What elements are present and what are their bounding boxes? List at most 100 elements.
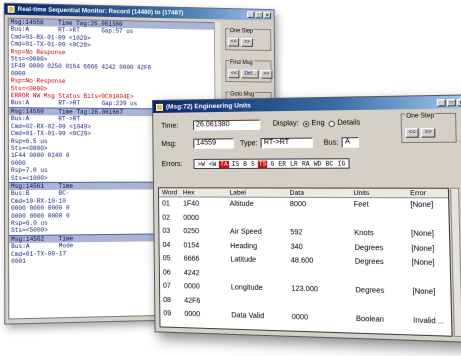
table-cell-label: Longitude [230,284,263,293]
msg-field[interactable]: 14559 [193,138,234,149]
table-cell-units: Knots [354,229,374,238]
table-cell-label: Heading [230,242,258,250]
type-field[interactable]: RT->RT [260,137,314,149]
table-cell-word: 05 [162,255,171,263]
table-cell-word: 02 [162,214,171,222]
error-flag: IG [337,159,346,168]
table-cell-data: 8000 [289,200,307,209]
table-cell-label: Air Speed [230,228,262,237]
eng-step-prev-button[interactable]: << [405,128,420,138]
time-row: Time: 26.061380 [161,119,261,131]
errors-row: Errors: >W <W TA IS B S TS G ER LR RA WD BC IG [161,158,350,170]
one-step-group: One Step << >> [225,28,272,52]
window-title: Real-time Sequential Monitor: Record (14… [17,5,184,17]
eng-one-step-group: One Step << >> [400,112,457,144]
table-header: Word Hex Label Data Units Error [158,188,449,199]
errors-label: Errors: [161,160,183,168]
one-step-label: One Step [228,28,255,35]
table-cell-units: Feet [353,201,369,209]
find-next-button[interactable]: >> [260,69,273,79]
details-radio[interactable] [328,120,336,127]
table-cell-data: 340 [290,243,303,251]
find-msg-group: Find Msg << Del... >> [225,59,273,83]
eng-radio-label: Eng [311,119,325,128]
error-flag: LR [290,159,298,168]
error-flag: >W [197,160,205,168]
table-cell-data: 592 [290,229,303,237]
bus-field[interactable]: A [341,137,360,148]
close-button[interactable]: × [263,11,271,19]
col-label: Label [229,189,246,197]
eng-step-next-button[interactable]: >> [421,127,436,138]
error-flag: G [270,160,275,168]
bus-label: Bus: [323,138,339,147]
find-msg-label: Find Msg [229,59,254,67]
error-flag: S [250,160,255,168]
app-icon [155,103,163,111]
eng-radio[interactable] [302,120,310,127]
col-units: Units [353,189,370,198]
table-cell-word: 01 [162,200,170,208]
table-cell-label: Altitude [229,200,254,209]
display-options: Display: Eng Details [273,119,361,127]
msg-row: Msg: 14559 Type: RT->RT Bus: A [161,137,360,149]
table-cell-hex: 4242 [183,269,200,277]
eng-window-title: (Msg:72) Engineering Units [165,101,251,111]
app-icon [7,5,15,13]
table-cell-hex: 0250 [183,227,200,236]
close-button[interactable]: × [456,98,461,106]
time-field[interactable]: 26.061380 [193,119,261,131]
error-flag: <W [208,160,217,168]
error-flag: IS [231,160,240,168]
time-label: Time: [161,122,179,130]
msg-label: Msg: [161,140,177,148]
table-cell-units: Degrees [354,243,384,252]
col-error: Error [410,189,427,198]
table-cell-units: Degrees [354,258,384,267]
table-cell-hex: 1F40 [183,200,200,208]
table-cell-error: [None] [411,244,435,253]
table-cell-word: 04 [162,241,171,249]
table-cell-hex: 42F6 [184,296,201,305]
find-prev-button[interactable]: << [228,69,240,79]
step-next-button[interactable]: >> [241,38,253,47]
details-radio-label: Details [337,119,361,127]
eng-one-step-label: One Step [404,113,436,120]
table-cell-hex: 0000 [184,283,200,291]
table-cell-hex: 0154 [183,241,200,250]
col-hex: Hex [182,189,195,197]
table-cell-units: Degrees [355,286,385,296]
table-cell-data: 123.000 [291,285,319,294]
error-flag: TS [257,160,268,168]
table-cell-error: [None] [410,230,435,239]
table-cell-error: Invalid ... [412,317,445,326]
table-cell-label: Data Valid [231,312,265,321]
error-flag: BC [325,159,334,168]
col-word: Word [161,189,178,197]
table-cell-label: Latitude [230,256,257,264]
error-flag: WD [313,159,322,168]
engineering-units-table[interactable]: Word Hex Label Data Units Error 01 1F40 Al… [157,187,453,337]
col-data: Data [289,189,305,197]
find-del-button[interactable]: Del... [241,69,259,79]
table-cell-hex: 6666 [183,255,200,263]
engineering-units-window: (Msg:72) Engineering Units _ □ × Time: 2… [152,94,461,344]
minimize-button[interactable]: _ [247,11,255,19]
minimize-button[interactable]: _ [436,98,446,107]
error-flag: RA [301,159,310,168]
table-cell-error: [None] [411,259,435,268]
table-cell-word: 06 [162,268,171,277]
table-cell-word: 03 [162,227,171,235]
maximize-button[interactable]: □ [255,11,263,19]
table-cell-data: 0000 [291,313,309,322]
table-cell-error: [None] [412,288,436,297]
display-label: Display: [272,120,299,128]
table-cell-word: 08 [163,296,172,304]
error-flag: ER [278,160,287,168]
table-cell-hex: 0000 [184,310,201,319]
table-cell-word: 07 [162,282,171,290]
error-flags-strip: >W <W TA IS B S TS G ER LR RA WD BC IG [193,158,350,170]
maximize-button[interactable]: □ [446,98,456,106]
table-cell-data: 48.600 [290,257,314,265]
step-prev-button[interactable]: << [227,37,240,47]
